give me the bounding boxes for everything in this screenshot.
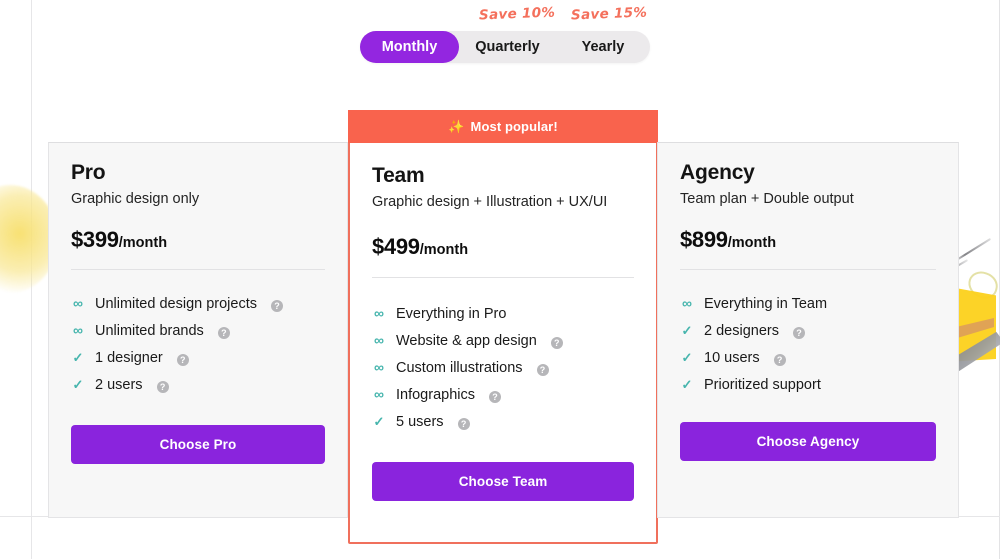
check-icon: ✓ (681, 350, 693, 366)
feature-label: Unlimited design projects (95, 295, 257, 312)
ring-doodle-decoration (964, 268, 1000, 302)
plan-description-team: Graphic design + Illustration + UX/UI (372, 194, 608, 210)
infinity-icon: ∞ (374, 304, 384, 321)
feature-item: ∞ Everything in Team (680, 295, 936, 313)
plan-price-period-pro: /month (118, 234, 168, 251)
feature-item: ✓ 2 users? (71, 376, 325, 394)
save-badge-quarterly: Save 10% (478, 4, 556, 24)
feature-item: ∞ Unlimited design projects? (71, 295, 325, 313)
most-popular-label: Most popular! (470, 119, 558, 134)
plan-price-period-agency: /month (727, 234, 777, 251)
feature-label: Prioritized support (704, 377, 821, 394)
feature-label: 1 designer (95, 350, 163, 367)
infinity-icon: ∞ (374, 386, 384, 403)
feature-item: ∞ Infographics? (372, 386, 634, 404)
feature-item: ✓ 5 users? (372, 413, 634, 431)
feature-list-team: ∞ Everything in Pro ∞ Website & app desi… (372, 305, 634, 432)
feature-label: 2 users (95, 377, 143, 394)
feature-label: 10 users (704, 350, 760, 367)
most-popular-banner: ✨ Most popular! (348, 110, 658, 143)
feature-label: 5 users (396, 414, 444, 431)
infinity-icon: ∞ (682, 294, 692, 311)
feature-item: ∞ Everything in Pro (372, 305, 634, 323)
plan-price-period-team: /month (419, 241, 469, 258)
feature-label: Unlimited brands (95, 322, 204, 339)
choose-agency-button[interactable]: Choose Agency (680, 422, 936, 462)
billing-period-toggle: Save 10% Save 15% Monthly Quarterly Year… (0, 0, 1000, 80)
feature-item: ∞ Unlimited brands? (71, 322, 325, 340)
feature-item: ∞ Custom illustrations? (372, 359, 634, 377)
feature-label: Website & app design (396, 332, 537, 349)
plan-price-agency: $899/month (680, 227, 936, 253)
feature-item: ✓ 2 designers? (680, 322, 936, 340)
feature-label: Everything in Team (704, 295, 828, 312)
check-icon: ✓ (681, 322, 693, 338)
pricing-card-team: ✨ Most popular! Team Graphic design + Il… (348, 110, 658, 544)
card-divider (71, 268, 325, 270)
choose-pro-button[interactable]: Choose Pro (71, 425, 325, 465)
page-left-rule (31, 0, 32, 559)
help-tooltip-icon[interactable]: ? (536, 364, 549, 377)
feature-list-agency: ∞ Everything in Team ✓ 2 designers? ✓ 10… (680, 295, 936, 395)
infinity-icon: ∞ (374, 331, 384, 348)
plan-name-team: Team (372, 164, 425, 187)
plan-price-team: $499/month (372, 234, 634, 260)
infinity-icon: ∞ (73, 294, 83, 311)
help-tooltip-icon[interactable]: ? (176, 354, 189, 367)
billing-toggle-track: Monthly Quarterly Yearly (360, 31, 650, 63)
feature-item: ✓ Prioritized support (680, 376, 936, 394)
plan-price-amount-team: $499 (372, 233, 420, 259)
help-tooltip-icon[interactable]: ? (773, 354, 786, 367)
plan-price-amount-pro: $399 (71, 226, 119, 252)
card-divider (680, 268, 936, 270)
help-tooltip-icon[interactable]: ? (156, 381, 169, 394)
feature-item: ✓ 10 users? (680, 349, 936, 367)
choose-team-button[interactable]: Choose Team (372, 462, 634, 502)
infinity-icon: ∞ (374, 359, 384, 376)
feature-label: Everything in Pro (396, 305, 507, 322)
check-icon: ✓ (72, 350, 84, 366)
check-icon: ✓ (681, 377, 693, 393)
feature-list-pro: ∞ Unlimited design projects? ∞ Unlimited… (71, 295, 325, 395)
help-tooltip-icon[interactable]: ? (792, 326, 805, 339)
plan-price-amount-agency: $899 (680, 226, 728, 252)
check-icon: ✓ (373, 414, 385, 430)
feature-label: Infographics (396, 387, 475, 404)
help-tooltip-icon[interactable]: ? (489, 391, 501, 404)
feature-label: Custom illustrations (396, 360, 523, 377)
toggle-option-monthly[interactable]: Monthly (360, 31, 459, 63)
toggle-option-yearly[interactable]: Yearly (556, 31, 650, 63)
pricing-card-pro: Pro Graphic design only $399/month ∞ Unl… (48, 142, 348, 518)
plan-name-agency: Agency (680, 161, 755, 184)
plan-name-pro: Pro (71, 161, 106, 184)
plan-price-pro: $399/month (71, 227, 325, 253)
sparkles-icon: ✨ (448, 119, 465, 134)
plan-description-pro: Graphic design only (71, 191, 200, 207)
feature-item: ✓ 1 designer? (71, 349, 325, 367)
help-tooltip-icon[interactable]: ? (457, 418, 470, 431)
toggle-option-quarterly[interactable]: Quarterly (459, 31, 556, 63)
help-tooltip-icon[interactable]: ? (271, 299, 283, 312)
check-icon: ✓ (72, 377, 84, 393)
card-divider (372, 276, 634, 278)
feature-label: 2 designers (704, 322, 779, 339)
plan-description-agency: Team plan + Double output (680, 191, 854, 207)
save-badge-yearly: Save 15% (570, 4, 648, 24)
help-tooltip-icon[interactable]: ? (550, 336, 563, 349)
infinity-icon: ∞ (73, 321, 83, 338)
feature-item: ∞ Website & app design? (372, 332, 634, 350)
help-tooltip-icon[interactable]: ? (217, 326, 230, 339)
pricing-card-agency: Agency Team plan + Double output $899/mo… (657, 142, 959, 518)
